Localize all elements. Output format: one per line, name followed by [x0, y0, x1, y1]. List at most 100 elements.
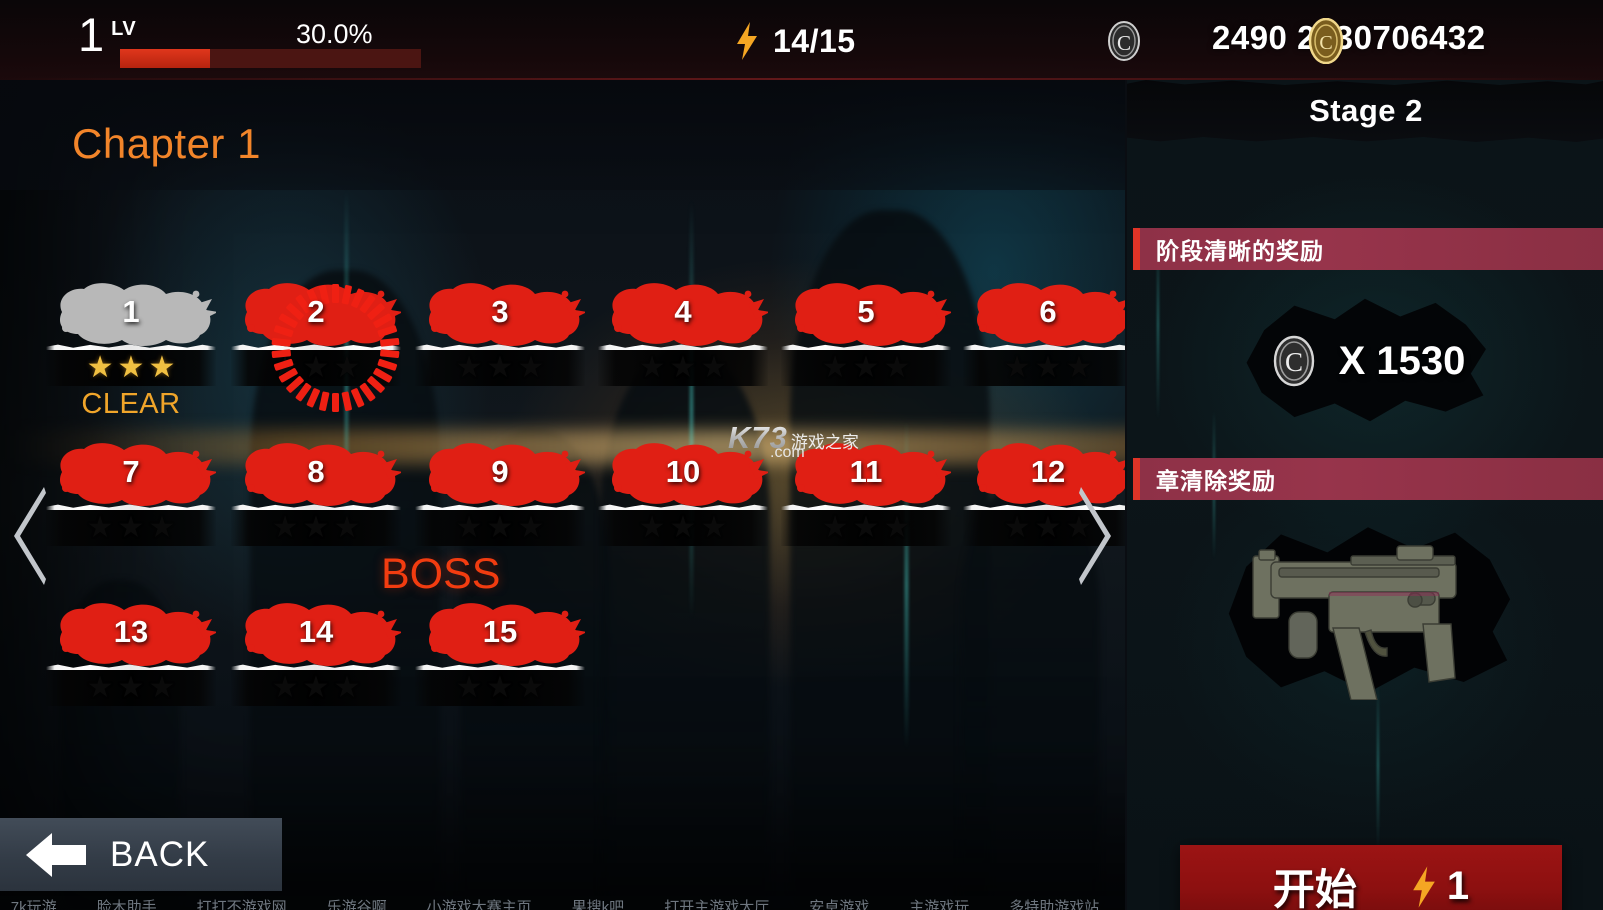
bottom-link[interactable]: 多特助游戏站	[1009, 896, 1099, 910]
stage-node-3[interactable]: 3 ★ ★ ★	[415, 278, 585, 386]
stage-node-6[interactable]: 6 ★ ★ ★	[963, 278, 1133, 386]
stage-detail-panel: Stage 2 阶段清晰的奖励 C X 1530 章清除奖励 开始 1	[1125, 80, 1603, 910]
stage-number: 2	[307, 294, 325, 329]
stage-number: 4	[674, 294, 692, 329]
bottom-link[interactable]: 7k玩游	[11, 896, 57, 910]
stage-node-8[interactable]: 8 ★ ★ ★	[231, 438, 401, 546]
star-icon: ★	[852, 511, 880, 544]
stage-number: 6	[1039, 294, 1057, 329]
currency-amount: 2490 2130706432	[1212, 19, 1486, 56]
lightning-bolt-icon	[1413, 865, 1435, 908]
top-hud-bar: 1 LV 30.0% 14/15 C 2490 2130706432 C	[0, 0, 1603, 80]
stage-clear-reward-item: C X 1530	[1127, 276, 1603, 446]
stage-star-rating: ★★★	[46, 510, 216, 546]
stage-star-rating: ★★★	[963, 350, 1133, 386]
stage-clear-reward-label: 阶段清晰的奖励	[1156, 238, 1324, 264]
star-icon: ★	[669, 351, 697, 384]
star-icon: ★	[883, 511, 911, 544]
bottom-link[interactable]: 果搜k吧	[572, 896, 625, 910]
stage-node-5[interactable]: 5 ★ ★ ★	[781, 278, 951, 386]
star-icon: ★	[821, 511, 849, 544]
start-button[interactable]: 开始 1	[1180, 845, 1562, 910]
next-page-arrow[interactable]	[1075, 487, 1115, 585]
stage-node-2[interactable]: 2★★★	[231, 278, 401, 412]
star-icon: ★	[86, 671, 114, 704]
stage-clear-reward-header: 阶段清晰的奖励	[1133, 228, 1603, 270]
back-button[interactable]: BACK	[0, 818, 282, 891]
prev-page-arrow[interactable]	[10, 487, 50, 585]
star-icon: ★	[486, 351, 514, 384]
stage-title: Stage 2	[1309, 93, 1423, 128]
stage-star-rating: ★★★	[598, 510, 768, 546]
start-energy-cost-group: 1	[1411, 864, 1469, 909]
stage-node-13[interactable]: 13 ★ ★ ★	[46, 598, 216, 706]
chapter-clear-reward-item	[1127, 510, 1603, 710]
stage-splat: 6	[963, 278, 1133, 346]
stage-node-1[interactable]: 1 ★ ★ ★ CLEAR	[46, 278, 216, 421]
stage-node-11[interactable]: 11 ★ ★ ★	[781, 438, 951, 546]
stage-star-rating: ★★★	[415, 670, 585, 706]
start-button-label: 开始	[1272, 866, 1357, 910]
stage-number: 1	[122, 294, 140, 329]
stage-number: 10	[665, 454, 701, 489]
back-button-label: BACK	[110, 834, 210, 874]
gold-coin-icon: C	[1308, 18, 1344, 64]
stage-number: 13	[113, 614, 149, 649]
stage-star-rating: ★★★	[781, 350, 951, 386]
stage-node-15[interactable]: 15 ★ ★ ★	[415, 598, 585, 706]
star-icon: ★	[455, 351, 483, 384]
stage-splat: 2	[231, 278, 401, 412]
stage-number: 7	[122, 454, 140, 489]
bottom-link-strip: 安卓模拟器7k玩游脸木助手打打不游戏网乐游谷啊小游戏大赛主页果搜k吧打开主游戏大…	[0, 896, 1125, 910]
svg-text:C: C	[1285, 347, 1303, 377]
bottom-link[interactable]: 主游戏玩	[909, 896, 969, 910]
star-icon: ★	[1065, 351, 1093, 384]
stage-splat: 7	[46, 438, 216, 506]
star-icon: ★	[1003, 511, 1031, 544]
star-icon: ★	[271, 511, 299, 544]
stage-splat: 4	[598, 278, 768, 346]
star-icon: ★	[669, 511, 697, 544]
bottom-link[interactable]: 乐游谷啊	[327, 896, 387, 910]
stage-splat: 13	[46, 598, 216, 666]
bottom-link[interactable]: 小游戏大赛主页	[427, 896, 532, 910]
stage-splat: 5	[781, 278, 951, 346]
stage-node-10[interactable]: 10 ★ ★ ★	[598, 438, 768, 546]
star-icon: ★	[700, 351, 728, 384]
star-icon: ★	[1034, 511, 1062, 544]
xp-percent-label: 30.0%	[296, 19, 373, 49]
star-icon: ★	[821, 351, 849, 384]
star-icon: ★	[333, 671, 361, 704]
page-title: Chapter 1	[72, 120, 261, 167]
stage-node-4[interactable]: 4 ★ ★ ★	[598, 278, 768, 386]
stage-splat: 9	[415, 438, 585, 506]
star-icon: ★	[86, 351, 114, 384]
bottom-link[interactable]: 安卓游戏	[809, 896, 869, 910]
star-icon: ★	[486, 511, 514, 544]
bottom-link[interactable]: 打开主游戏大厅	[664, 896, 769, 910]
stage-number: 5	[857, 294, 875, 329]
stage-node-14[interactable]: 14 ★ ★ ★	[231, 598, 401, 706]
stage-node-9[interactable]: 9 ★ ★ ★	[415, 438, 585, 546]
star-icon: ★	[638, 511, 666, 544]
star-icon: ★	[333, 511, 361, 544]
stage-star-rating: ★★★	[46, 350, 216, 386]
stage-number: 8	[307, 454, 325, 489]
star-icon: ★	[852, 351, 880, 384]
stage-splat: 11	[781, 438, 951, 506]
stage-number: 11	[849, 454, 883, 489]
bottom-link[interactable]: 打打不游戏网	[197, 896, 287, 910]
energy-value: 14/15	[773, 22, 856, 59]
stage-splat: 15	[415, 598, 585, 666]
stage-number: 14	[298, 614, 334, 649]
star-icon: ★	[148, 671, 176, 704]
bottom-link[interactable]: 脸木助手	[97, 896, 157, 910]
star-icon: ★	[700, 511, 728, 544]
stage-star-rating: ★★★	[231, 510, 401, 546]
stage-number: 9	[491, 454, 509, 489]
star-icon: ★	[302, 671, 330, 704]
star-icon: ★	[1034, 351, 1062, 384]
star-icon: ★	[86, 511, 114, 544]
star-icon: ★	[1003, 351, 1031, 384]
stage-node-7[interactable]: 7 ★ ★ ★	[46, 438, 216, 546]
